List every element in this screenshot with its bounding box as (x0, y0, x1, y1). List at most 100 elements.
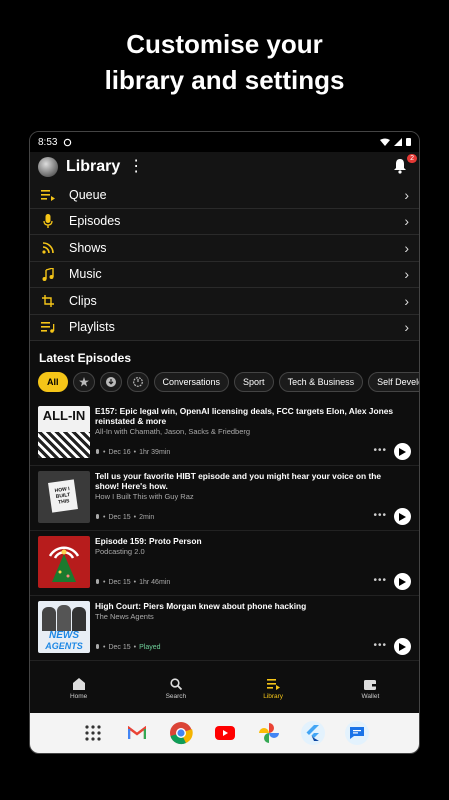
more-options-icon[interactable]: ••• (373, 575, 387, 586)
status-bar: 8:53 (30, 132, 419, 152)
nav-label: Library (263, 693, 284, 700)
chip-self-development[interactable]: Self Development (368, 372, 419, 392)
wifi-icon (380, 138, 390, 146)
chevron-right-icon: › (404, 239, 409, 256)
app-drawer-icon[interactable] (81, 721, 105, 745)
artwork-text: HOW I BUILT THIS (54, 486, 71, 506)
nav-search[interactable]: Search (127, 665, 224, 713)
status-time: 8:53 (38, 136, 58, 148)
notification-badge: 2 (407, 154, 417, 163)
episode-meta: • Dec 15 • Played (95, 644, 161, 651)
episode-title: High Court: Piers Morgan knew about phon… (95, 601, 307, 611)
nav-label: Search (165, 693, 187, 700)
bottom-navigation: Home Search Library Wallet (30, 665, 419, 713)
promo-headline: Customise your library and settings (0, 26, 449, 98)
chip-in-progress[interactable] (126, 372, 149, 392)
nav-home[interactable]: Home (30, 665, 127, 713)
podcast-artwork-podcasting-2[interactable] (38, 536, 90, 588)
crop-icon (40, 294, 56, 307)
episode-title: Tell us your favorite HIBT episode and y… (95, 471, 382, 491)
bell-icon (394, 159, 406, 174)
search-icon (170, 678, 182, 690)
menu-item-label: Clips (69, 293, 97, 308)
more-options-icon[interactable]: ⋮ (128, 159, 144, 175)
app-dock (30, 713, 419, 753)
episode-date: Dec 16 (108, 449, 131, 456)
artwork-text: NEWS (49, 630, 79, 641)
list-item[interactable]: HOW I BUILT THIS Tell us your favorite H… (30, 466, 419, 531)
episode-date: Dec 15 (108, 644, 131, 651)
episode-length: 2min (139, 514, 155, 521)
photos-icon[interactable] (257, 721, 281, 745)
list-item[interactable]: ALL-IN E157: Epic legal win, OpenAI lice… (30, 401, 419, 466)
flutter-icon[interactable] (300, 721, 325, 745)
menu-item-music[interactable]: Music › (30, 262, 419, 288)
filter-chips: All Conversations Sport Tech & Business … (30, 371, 419, 393)
more-options-icon[interactable]: ••• (373, 640, 387, 651)
chevron-right-icon: › (404, 186, 409, 203)
play-button[interactable] (394, 443, 411, 460)
menu-item-label: Playlists (69, 320, 115, 335)
promo-line-1: Customise your (126, 29, 323, 59)
podcast-artwork-how-i-built-this[interactable]: HOW I BUILT THIS (38, 471, 90, 523)
play-button[interactable] (394, 508, 411, 525)
nav-wallet[interactable]: Wallet (322, 665, 419, 713)
menu-item-label: Episodes (69, 214, 121, 229)
menu-item-shows[interactable]: Shows › (30, 235, 419, 262)
episode-podcast: Podcasting 2.0 (95, 547, 145, 556)
chip-tech-business[interactable]: Tech & Business (278, 372, 364, 392)
list-item[interactable]: NEWS AGENTS High Court: Piers Morgan kne… (30, 596, 419, 661)
notifications-button[interactable]: 2 (393, 154, 417, 176)
music-note-icon (40, 267, 56, 281)
library-header: Library ⋮ 2 (30, 152, 419, 182)
episode-meta: • Dec 15 • 2min (95, 514, 154, 521)
episode-title: E157: Epic legal win, OpenAI licensing d… (95, 406, 394, 426)
nav-library[interactable]: Library (225, 665, 322, 713)
queue-icon (40, 189, 56, 201)
podcast-artwork-all-in[interactable]: ALL-IN (38, 406, 90, 458)
avatar[interactable] (38, 157, 58, 177)
microphone-icon (96, 579, 99, 584)
podcast-artwork-news-agents[interactable]: NEWS AGENTS (38, 601, 90, 653)
signal-icon (394, 138, 402, 146)
play-button[interactable] (394, 573, 411, 590)
more-options-icon[interactable]: ••• (373, 510, 387, 521)
device-frame: 8:53 Library ⋮ 2 Queue › Episodes › Show… (29, 131, 420, 754)
star-icon (78, 377, 89, 387)
chevron-right-icon: › (404, 319, 409, 336)
playlist-icon (40, 321, 56, 334)
menu-item-episodes[interactable]: Episodes › (30, 209, 419, 235)
episode-title: Episode 159: Proto Person (95, 536, 202, 546)
microphone-icon (96, 449, 99, 454)
episode-played-status: Played (139, 644, 161, 651)
latest-episodes-title: Latest Episodes (39, 351, 132, 365)
menu-item-label: Queue (69, 187, 107, 202)
chrome-icon[interactable] (169, 721, 193, 745)
chip-conversations[interactable]: Conversations (153, 372, 230, 392)
gmail-icon[interactable] (125, 721, 149, 745)
play-button[interactable] (394, 638, 411, 655)
episode-length: 1hr 39min (139, 449, 171, 456)
messages-icon[interactable] (344, 721, 369, 745)
nav-label: Wallet (361, 692, 380, 700)
library-menu: Queue › Episodes › Shows › Music › Clips… (30, 182, 419, 341)
chip-sport[interactable]: Sport (234, 372, 274, 392)
menu-item-clips[interactable]: Clips › (30, 288, 419, 315)
menu-item-label: Shows (69, 240, 107, 255)
play-icon (399, 512, 406, 521)
menu-item-queue[interactable]: Queue › (30, 182, 419, 209)
list-item[interactable]: Episode 159: Proto Person Podcasting 2.0… (30, 531, 419, 596)
rss-icon (40, 241, 56, 254)
page-title: Library (66, 158, 121, 175)
play-icon (399, 577, 406, 586)
chip-starred[interactable] (72, 372, 95, 392)
library-icon (266, 679, 280, 690)
chip-all[interactable]: All (38, 372, 68, 392)
more-options-icon[interactable]: ••• (373, 445, 387, 456)
menu-item-playlists[interactable]: Playlists › (30, 315, 419, 341)
microphone-icon (40, 214, 56, 229)
episode-podcast: How I Built This with Guy Raz (95, 492, 194, 501)
youtube-icon[interactable] (213, 721, 237, 745)
chip-downloaded[interactable] (99, 372, 122, 392)
episode-podcast: The News Agents (95, 612, 154, 621)
